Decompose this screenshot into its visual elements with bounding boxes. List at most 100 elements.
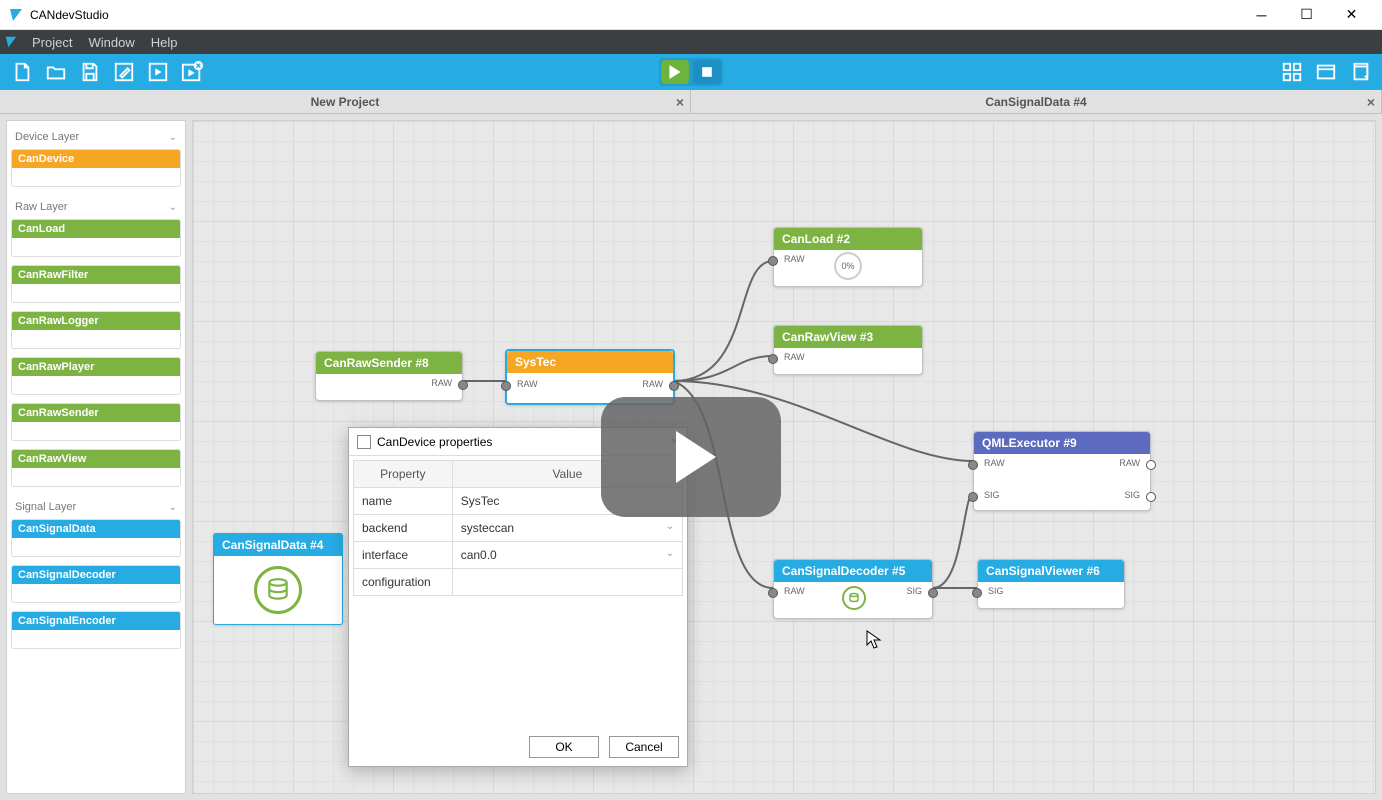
tab-label: CanSignalData #4 — [985, 95, 1086, 109]
run-button[interactable] — [142, 58, 174, 86]
chevron-down-icon: ⌄ — [169, 132, 177, 143]
sidebar-item-label: CanRawLogger — [12, 312, 180, 330]
edit-button[interactable] — [108, 58, 140, 86]
node-cansignaldecoder[interactable]: CanSignalDecoder #5 RAW SIG — [773, 559, 933, 619]
tab-close-icon[interactable]: × — [676, 94, 684, 110]
port-label: RAW — [517, 379, 538, 389]
window-title: CANdevStudio — [30, 8, 1239, 22]
tab-cansignaldata[interactable]: CanSignalData #4 × — [691, 90, 1382, 113]
input-port[interactable] — [501, 381, 511, 391]
sidebar-item-candevice[interactable]: CanDevice — [11, 149, 181, 187]
stack-view-button[interactable] — [1344, 58, 1376, 86]
percentage-badge: 0% — [834, 252, 862, 280]
menu-project[interactable]: Project — [24, 35, 80, 50]
node-cansignaldata[interactable]: CanSignalData #4 — [213, 533, 343, 625]
output-port-sig[interactable] — [1146, 492, 1156, 502]
chevron-down-icon[interactable]: ⌄ — [666, 548, 674, 559]
table-header-property: Property — [354, 461, 453, 488]
prop-cell: name — [354, 488, 453, 515]
input-port[interactable] — [768, 256, 778, 266]
table-row: interface can0.0⌄ — [354, 542, 683, 569]
input-port-sig[interactable] — [968, 492, 978, 502]
run-close-button[interactable] — [176, 58, 208, 86]
new-file-button[interactable] — [6, 58, 38, 86]
menubar: Project Window Help — [0, 30, 1382, 54]
sidebar-item-label: CanRawPlayer — [12, 358, 180, 376]
port-label: SIG — [906, 586, 922, 596]
value-cell[interactable]: systeccan⌄ — [452, 515, 682, 542]
play-button[interactable] — [661, 60, 689, 84]
port-label: RAW — [784, 254, 805, 264]
canvas[interactable]: CanRawSender #8 RAW SysTec RAW RAW CanLo… — [193, 121, 1375, 793]
window-view-button[interactable] — [1310, 58, 1342, 86]
output-port[interactable] — [928, 588, 938, 598]
output-port[interactable] — [669, 381, 679, 391]
stop-button[interactable] — [693, 60, 721, 84]
sidebar-item-canload[interactable]: CanLoad — [11, 219, 181, 257]
main-area: Device Layer ⌄ CanDevice Raw Layer ⌄ Can… — [0, 114, 1382, 800]
maximize-button[interactable]: ☐ — [1284, 0, 1329, 30]
sidebar-item-cansignaldecoder[interactable]: CanSignalDecoder — [11, 565, 181, 603]
app-icon-small — [4, 35, 18, 49]
app-icon — [8, 7, 24, 23]
sidebar-item-cansignaldata[interactable]: CanSignalData — [11, 519, 181, 557]
sidebar-item-canrawfilter[interactable]: CanRawFilter — [11, 265, 181, 303]
titlebar: CANdevStudio ─ ☐ ✕ — [0, 0, 1382, 30]
database-icon — [254, 566, 302, 614]
node-canrawview[interactable]: CanRawView #3 RAW — [773, 325, 923, 375]
port-label: RAW — [984, 458, 1005, 468]
tab-close-icon[interactable]: × — [1367, 94, 1375, 110]
port-label: SIG — [988, 586, 1004, 596]
dialog-icon — [357, 435, 371, 449]
tab-new-project[interactable]: New Project × — [0, 90, 691, 113]
save-button[interactable] — [74, 58, 106, 86]
sidebar-group-raw-layer[interactable]: Raw Layer ⌄ — [11, 195, 181, 219]
prop-cell: backend — [354, 515, 453, 542]
node-title: SysTec — [507, 351, 673, 373]
tabstrip: New Project × CanSignalData #4 × — [0, 90, 1382, 114]
ok-button[interactable]: OK — [529, 736, 599, 758]
group-label: Signal Layer — [15, 501, 76, 513]
output-port[interactable] — [458, 380, 468, 390]
menu-help[interactable]: Help — [143, 35, 186, 50]
input-port[interactable] — [972, 588, 982, 598]
chevron-down-icon[interactable]: ⌄ — [666, 521, 674, 532]
value-cell[interactable]: can0.0⌄ — [452, 542, 682, 569]
sidebar-item-canrawlogger[interactable]: CanRawLogger — [11, 311, 181, 349]
sidebar-item-canrawview[interactable]: CanRawView — [11, 449, 181, 487]
node-title: CanRawView #3 — [774, 326, 922, 348]
sidebar-group-device-layer[interactable]: Device Layer ⌄ — [11, 125, 181, 149]
sidebar-item-label: CanSignalEncoder — [12, 612, 180, 630]
video-play-overlay[interactable] — [601, 397, 781, 517]
node-canload[interactable]: CanLoad #2 RAW 0% — [773, 227, 923, 287]
sidebar-item-canrawplayer[interactable]: CanRawPlayer — [11, 357, 181, 395]
input-port[interactable] — [768, 354, 778, 364]
sidebar-item-label: CanSignalData — [12, 520, 180, 538]
node-qmlexecutor[interactable]: QMLExecutor #9 RAW RAW SIG SIG — [973, 431, 1151, 511]
sidebar-item-label: CanLoad — [12, 220, 180, 238]
close-button[interactable]: ✕ — [1329, 0, 1374, 30]
prop-cell: interface — [354, 542, 453, 569]
minimize-button[interactable]: ─ — [1239, 0, 1284, 30]
node-canrawsender[interactable]: CanRawSender #8 RAW — [315, 351, 463, 401]
node-cansignalviewer[interactable]: CanSignalViewer #6 SIG — [977, 559, 1125, 609]
sidebar-item-canrawsender[interactable]: CanRawSender — [11, 403, 181, 441]
sidebar[interactable]: Device Layer ⌄ CanDevice Raw Layer ⌄ Can… — [6, 120, 186, 794]
menu-window[interactable]: Window — [80, 35, 142, 50]
open-file-button[interactable] — [40, 58, 72, 86]
input-port[interactable] — [768, 588, 778, 598]
sidebar-group-signal-layer[interactable]: Signal Layer ⌄ — [11, 495, 181, 519]
value-cell[interactable] — [452, 569, 682, 596]
grid-view-button[interactable] — [1276, 58, 1308, 86]
node-title: CanSignalViewer #6 — [978, 560, 1124, 582]
output-port-raw[interactable] — [1146, 460, 1156, 470]
input-port-raw[interactable] — [968, 460, 978, 470]
port-label: SIG — [984, 490, 1000, 500]
cancel-button[interactable]: Cancel — [609, 736, 679, 758]
sidebar-item-label: CanRawSender — [12, 404, 180, 422]
chevron-down-icon: ⌄ — [169, 202, 177, 213]
table-row: backend systeccan⌄ — [354, 515, 683, 542]
sidebar-item-label: CanDevice — [12, 150, 180, 168]
node-title: CanLoad #2 — [774, 228, 922, 250]
sidebar-item-cansignalencoder[interactable]: CanSignalEncoder — [11, 611, 181, 649]
